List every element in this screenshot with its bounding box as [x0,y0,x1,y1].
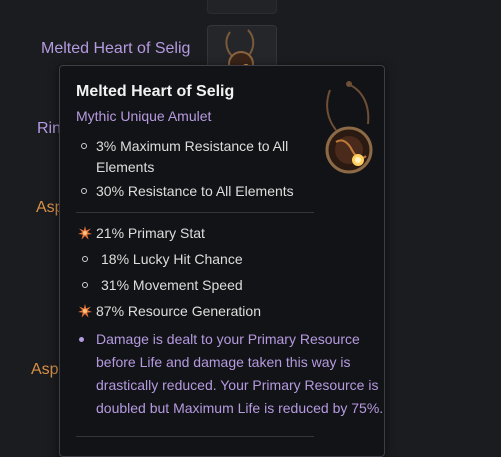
greater-affix-star-icon [78,226,92,240]
list-item-label[interactable]: Rin [37,120,61,138]
implicit-dot-icon [81,188,87,194]
list-item-label[interactable]: Melted Heart of Selig [41,40,190,58]
section-divider [76,212,314,213]
unique-power-bullet-icon [79,337,84,342]
item-name: Melted Heart of Selig [76,83,235,100]
item-slot[interactable] [207,0,277,14]
amulet-image-icon [325,81,373,174]
section-divider [76,436,314,437]
item-tooltip: Melted Heart of Selig Mythic Unique Amul… [59,65,385,457]
greater-affix-star-icon [78,304,92,318]
implicit-dot-icon [81,143,87,149]
affix-dot-icon [82,282,88,288]
item-type: Mythic Unique Amulet [76,108,212,124]
affix-dot-icon [82,256,88,262]
list-item-label[interactable]: Asp [31,361,59,379]
unique-power-text: Damage is dealt to your Primary Resource… [96,331,384,416]
